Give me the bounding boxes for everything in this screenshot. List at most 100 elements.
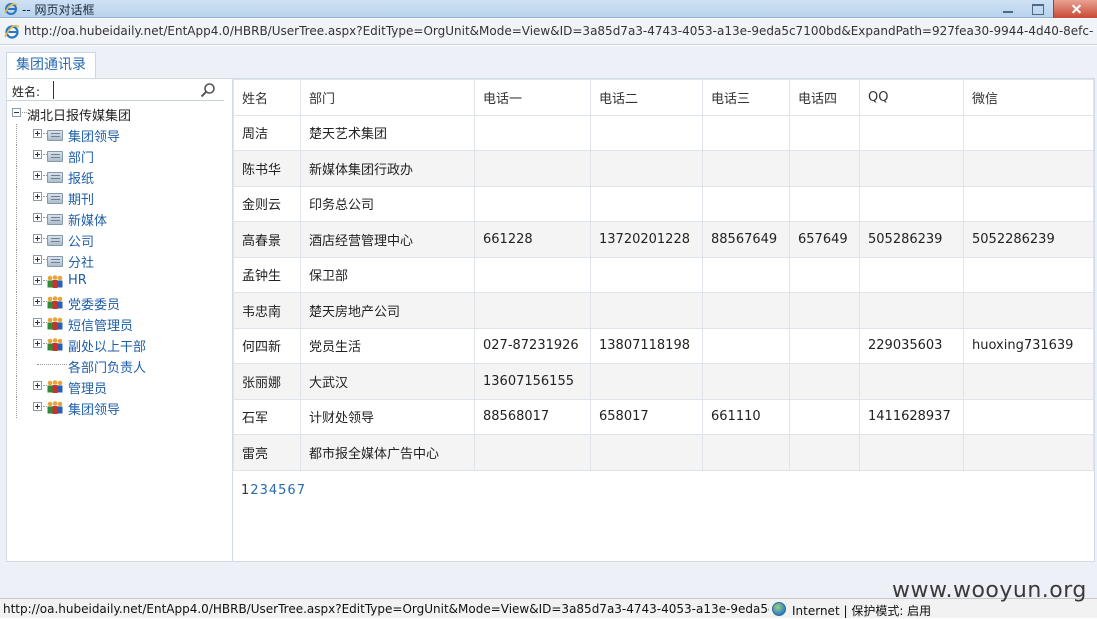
tree-item[interactable]: 分社: [7, 250, 233, 271]
table-row[interactable]: 孟钟生 保卫部: [233, 256, 1094, 293]
table-row[interactable]: 张丽娜 大武汉 13607156155: [233, 363, 1094, 400]
tree-item[interactable]: 报纸: [7, 166, 233, 187]
tree-item[interactable]: 党委委员: [7, 292, 233, 313]
table-row[interactable]: 何四新 党员生活 027-87231926 13807118198 229035603 h…: [233, 327, 1094, 364]
table-cell: [859, 363, 964, 400]
expand-icon[interactable]: [33, 171, 42, 180]
expand-icon[interactable]: [33, 297, 42, 306]
table-row[interactable]: 陈书华 新媒体集团行政办: [233, 150, 1094, 187]
name-search-input[interactable]: [53, 81, 193, 99]
column-header[interactable]: QQ: [859, 79, 964, 116]
column-header[interactable]: 电话三: [702, 79, 790, 116]
tree-root[interactable]: 湖北日报传媒集团: [7, 103, 233, 124]
search-icon[interactable]: [200, 82, 216, 98]
people-group-icon: [47, 296, 63, 309]
tree-item[interactable]: HR: [7, 271, 233, 292]
table-cell: 027-87231926: [474, 327, 591, 364]
minimize-button[interactable]: [993, 0, 1023, 18]
org-tree-panel: 姓名: 湖北日报传媒集团 集团领导 部门 报纸 期刊 新媒体 公司 分社 HR 党委委员 短信管理…: [7, 79, 233, 561]
pager-link[interactable]: 6: [287, 483, 295, 498]
table-cell: [963, 292, 1094, 329]
window-title: -- 网页对话框: [22, 3, 95, 17]
expand-icon[interactable]: [33, 402, 42, 411]
table-cell: 5052286239: [963, 221, 1094, 258]
address-bar: http://oa.hubeidaily.net/EntApp4.0/HBRB/…: [0, 19, 1097, 45]
table-row[interactable]: 雷亮 都市报全媒体广告中心: [233, 434, 1094, 471]
column-header[interactable]: 微信: [963, 79, 1094, 116]
watermark: www.wooyun.org: [892, 578, 1087, 603]
pager-link[interactable]: 5: [278, 483, 286, 498]
address-url[interactable]: http://oa.hubeidaily.net/EntApp4.0/HBRB/…: [24, 24, 1094, 38]
tree-item[interactable]: 新媒体: [7, 208, 233, 229]
table-cell: [859, 292, 964, 329]
collapse-icon[interactable]: [12, 108, 21, 117]
table-cell: [590, 150, 703, 187]
maximize-button[interactable]: [1023, 0, 1053, 18]
expand-icon[interactable]: [33, 381, 42, 390]
pager-link[interactable]: 4: [269, 483, 277, 498]
people-group-icon: [47, 401, 63, 414]
table-cell: [590, 114, 703, 151]
expand-icon[interactable]: [33, 213, 42, 222]
pager-current: 1: [241, 483, 250, 498]
table-row[interactable]: 金则云 印务总公司: [233, 185, 1094, 222]
close-button[interactable]: [1053, 0, 1097, 18]
expand-icon[interactable]: [33, 129, 42, 138]
column-header[interactable]: 电话二: [590, 79, 703, 116]
tree-item-label: 各部门负责人: [68, 361, 147, 376]
expand-icon[interactable]: [33, 234, 42, 243]
folder-icon: [47, 193, 63, 204]
expand-icon[interactable]: [33, 192, 42, 201]
table-cell: [702, 434, 790, 471]
table-cell: [789, 185, 860, 222]
tab-group-directory[interactable]: 集团通讯录: [6, 52, 96, 78]
table-header-row: 姓名 部门 电话一 电话二 电话三 电话四 QQ 微信: [233, 79, 1094, 116]
table-cell: 酒店经营管理中心: [300, 221, 475, 258]
expand-icon[interactable]: [33, 255, 42, 264]
table-cell: [474, 256, 591, 293]
tree-item[interactable]: 各部门负责人: [7, 355, 233, 376]
table-row[interactable]: 周洁 楚天艺术集团: [233, 114, 1094, 151]
tree-item[interactable]: 部门: [7, 145, 233, 166]
tree-root-label: 湖北日报传媒集团: [27, 109, 132, 124]
table-cell: 高春景: [233, 221, 301, 258]
column-header[interactable]: 姓名: [233, 79, 301, 116]
expand-icon[interactable]: [33, 276, 42, 285]
tree-item-label: 报纸: [68, 172, 95, 187]
expand-icon[interactable]: [33, 318, 42, 327]
column-header[interactable]: 电话四: [789, 79, 860, 116]
table-cell: 13607156155: [474, 363, 591, 400]
tree-item[interactable]: 公司: [7, 229, 233, 250]
pager-link[interactable]: 7: [297, 483, 305, 498]
folder-icon: [47, 235, 63, 246]
pager-link[interactable]: 2: [250, 483, 258, 498]
tree-item-label: 集团领导: [68, 403, 121, 418]
tree-item[interactable]: 管理员: [7, 376, 233, 397]
folder-icon: [47, 151, 63, 162]
pager-link[interactable]: 3: [260, 483, 268, 498]
table-cell: 88567649: [702, 221, 790, 258]
tree-item-label: 短信管理员: [68, 319, 134, 334]
expand-icon[interactable]: [33, 150, 42, 159]
table-cell: [789, 327, 860, 364]
table-cell: 保卫部: [300, 256, 475, 293]
tree-item[interactable]: 期刊: [7, 187, 233, 208]
tree-item[interactable]: 短信管理员: [7, 313, 233, 334]
column-header[interactable]: 部门: [300, 79, 475, 116]
table-row[interactable]: 石军 计财处领导 88568017 658017 661110 1411628937: [233, 398, 1094, 435]
expand-icon[interactable]: [33, 339, 42, 348]
table-row[interactable]: 韦忠南 楚天房地产公司: [233, 292, 1094, 329]
tree-item-label: 分社: [68, 256, 95, 271]
tree-item[interactable]: 副处以上干部: [7, 334, 233, 355]
table-row[interactable]: 高春景 酒店经营管理中心 661228 13720201228 88567649 6576…: [233, 221, 1094, 258]
table-cell: [963, 434, 1094, 471]
column-header[interactable]: 电话一: [474, 79, 591, 116]
security-zone[interactable]: Internet | 保护模式: 启用: [792, 602, 931, 619]
ie-icon: [4, 3, 18, 15]
tree-item[interactable]: 集团领导: [7, 124, 233, 145]
tree-item[interactable]: 集团领导: [7, 397, 233, 418]
table-cell: [702, 327, 790, 364]
tree-item-label: 新媒体: [68, 214, 108, 229]
table-cell: [590, 434, 703, 471]
table-cell: 新媒体集团行政办: [300, 150, 475, 187]
